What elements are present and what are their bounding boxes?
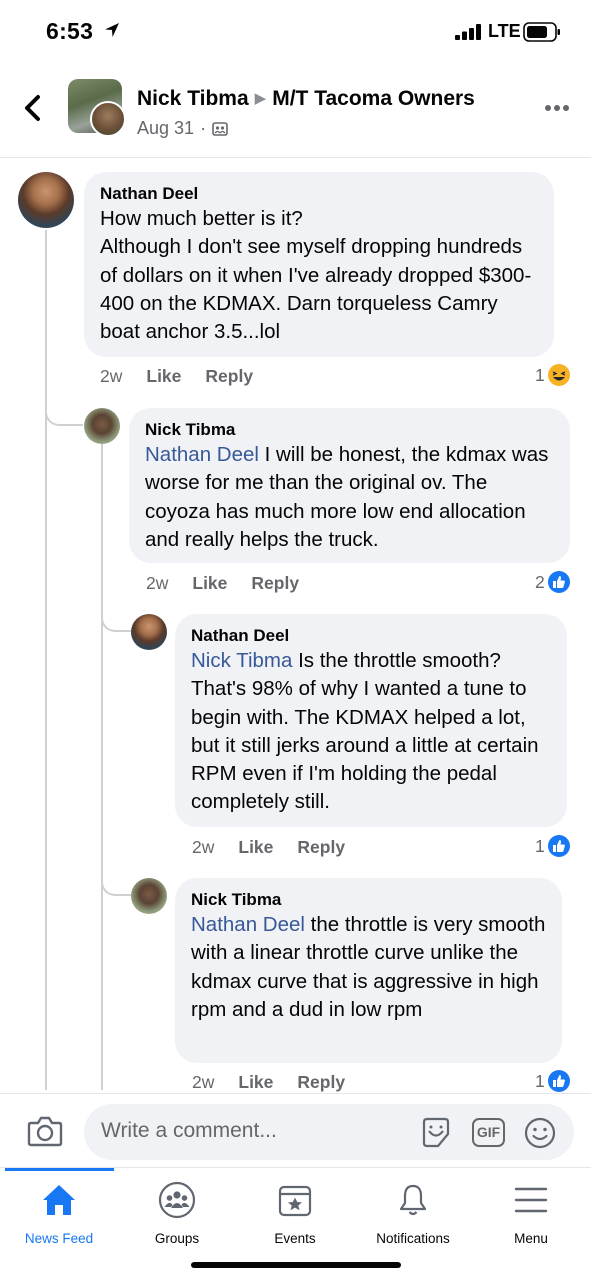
reply-button[interactable]: Reply — [297, 1072, 345, 1093]
status-bar: 6:53 LTE — [0, 0, 591, 66]
more-options-icon[interactable] — [544, 104, 570, 112]
tab-groups[interactable]: Groups — [118, 1180, 236, 1246]
comment-composer: Write a comment... GIF — [0, 1093, 591, 1167]
tab-news-feed[interactable]: News Feed — [0, 1180, 118, 1246]
tab-menu[interactable]: Menu — [472, 1180, 590, 1246]
battery-icon — [523, 22, 560, 42]
like-icon — [547, 1070, 570, 1092]
signal-icon — [455, 24, 481, 40]
reaction-summary[interactable]: 1 — [535, 1070, 570, 1092]
menu-icon — [514, 1187, 548, 1213]
groups-icon — [158, 1181, 196, 1219]
bottom-tab-bar: News Feed Groups Events Notifications Me… — [0, 1167, 591, 1279]
comment-author[interactable]: Nathan Deel — [100, 183, 538, 205]
tab-label: Notifications — [376, 1231, 450, 1246]
reaction-count: 2 — [535, 571, 545, 592]
comment-author[interactable]: Nathan Deel — [191, 625, 551, 647]
tab-label: News Feed — [24, 1231, 94, 1246]
comment-time[interactable]: 2w — [146, 573, 168, 594]
author-name[interactable]: Nick Tibma — [137, 87, 249, 110]
comment-placeholder: Write a comment... — [101, 1119, 277, 1142]
like-button[interactable]: Like — [238, 1072, 273, 1093]
thread-line-root — [45, 230, 47, 1090]
reaction-count: 1 — [535, 364, 545, 385]
active-tab-indicator — [5, 1168, 114, 1171]
group-name[interactable]: M/T Tacoma Owners — [272, 87, 475, 110]
meta-separator: · — [200, 118, 207, 138]
comment-author[interactable]: Nick Tibma — [145, 419, 554, 441]
network-label: LTE — [488, 21, 521, 41]
tab-notifications[interactable]: Notifications — [354, 1180, 472, 1246]
comment-time[interactable]: 2w — [100, 366, 122, 387]
comment-text: How much better is it? Although I don't … — [100, 207, 532, 344]
events-icon — [278, 1185, 312, 1217]
bell-icon — [399, 1184, 427, 1216]
comment-time[interactable]: 2w — [192, 837, 214, 858]
post-meta: Aug 31 · — [137, 118, 228, 139]
reaction-count: 1 — [535, 835, 545, 856]
comment-bubble: Nick Tibma Nathan Deel I will be honest,… — [129, 408, 570, 563]
thread-connector — [101, 866, 131, 896]
sticker-icon[interactable] — [418, 1116, 454, 1150]
camera-icon[interactable] — [27, 1114, 63, 1148]
mention-link[interactable]: Nathan Deel — [191, 913, 305, 936]
thread-connector — [101, 602, 131, 632]
post-date[interactable]: Aug 31 — [137, 118, 194, 139]
location-arrow-icon — [105, 23, 119, 37]
reply-button[interactable]: Reply — [251, 573, 299, 594]
tab-label: Menu — [514, 1231, 548, 1246]
gif-button[interactable]: GIF — [472, 1118, 505, 1147]
comment-bubble: Nathan Deel Nick Tibma Is the throttle s… — [175, 614, 567, 827]
like-button[interactable]: Like — [146, 366, 181, 387]
reply-button[interactable]: Reply — [297, 837, 345, 858]
home-indicator — [191, 1262, 401, 1268]
reply-button[interactable]: Reply — [205, 366, 253, 387]
triangle-right-icon: ▶ — [254, 90, 267, 107]
post-header: Nick Tibma ▶ M/T Tacoma Owners Aug 31 · — [0, 66, 591, 158]
avatar[interactable] — [18, 172, 74, 228]
tab-events[interactable]: Events — [236, 1180, 354, 1246]
comment-time[interactable]: 2w — [192, 1072, 214, 1093]
home-icon — [43, 1185, 75, 1215]
thread-line-reply — [101, 444, 103, 1090]
reaction-count: 1 — [535, 1070, 545, 1091]
reaction-summary[interactable]: 1 — [535, 835, 570, 857]
post-title: Nick Tibma ▶ M/T Tacoma Owners — [137, 87, 475, 111]
emoji-icon[interactable] — [523, 1116, 557, 1150]
comment-author[interactable]: Nick Tibma — [191, 889, 546, 911]
avatar[interactable] — [131, 614, 167, 650]
mention-link[interactable]: Nathan Deel — [145, 443, 259, 466]
avatar[interactable] — [131, 878, 167, 914]
like-icon — [547, 571, 570, 593]
group-privacy-icon — [212, 121, 228, 136]
comment-text: Nathan Deel the throttle is very smooth … — [191, 913, 546, 1021]
comment-bubble: Nathan Deel How much better is it? Altho… — [84, 172, 554, 357]
author-avatar[interactable] — [90, 101, 126, 137]
comment-text: Nathan Deel I will be honest, the kdmax … — [145, 443, 549, 551]
comment-text: Nick Tibma Is the throttle smooth? That'… — [191, 649, 539, 814]
haha-icon — [547, 364, 570, 386]
comment-actions: 2w Like Reply — [146, 573, 299, 594]
tab-label: Groups — [154, 1231, 200, 1246]
reaction-summary[interactable]: 1 — [535, 364, 570, 386]
avatar[interactable] — [84, 408, 120, 444]
comment-actions: 2w Like Reply — [192, 837, 345, 858]
comment-actions: 2w Like Reply — [192, 1072, 345, 1093]
back-arrow-icon[interactable] — [22, 94, 44, 122]
comment-actions: 2w Like Reply — [100, 366, 253, 387]
like-button[interactable]: Like — [192, 573, 227, 594]
like-button[interactable]: Like — [238, 837, 273, 858]
comment-bubble: Nick Tibma Nathan Deel the throttle is v… — [175, 878, 562, 1063]
like-icon — [547, 835, 570, 857]
tab-label: Events — [274, 1231, 316, 1246]
mention-link[interactable]: Nick Tibma — [191, 649, 292, 672]
status-time: 6:53 — [46, 18, 94, 44]
reaction-summary[interactable]: 2 — [535, 571, 570, 593]
comment-input[interactable]: Write a comment... GIF — [84, 1104, 574, 1160]
thread-connector — [45, 396, 83, 426]
